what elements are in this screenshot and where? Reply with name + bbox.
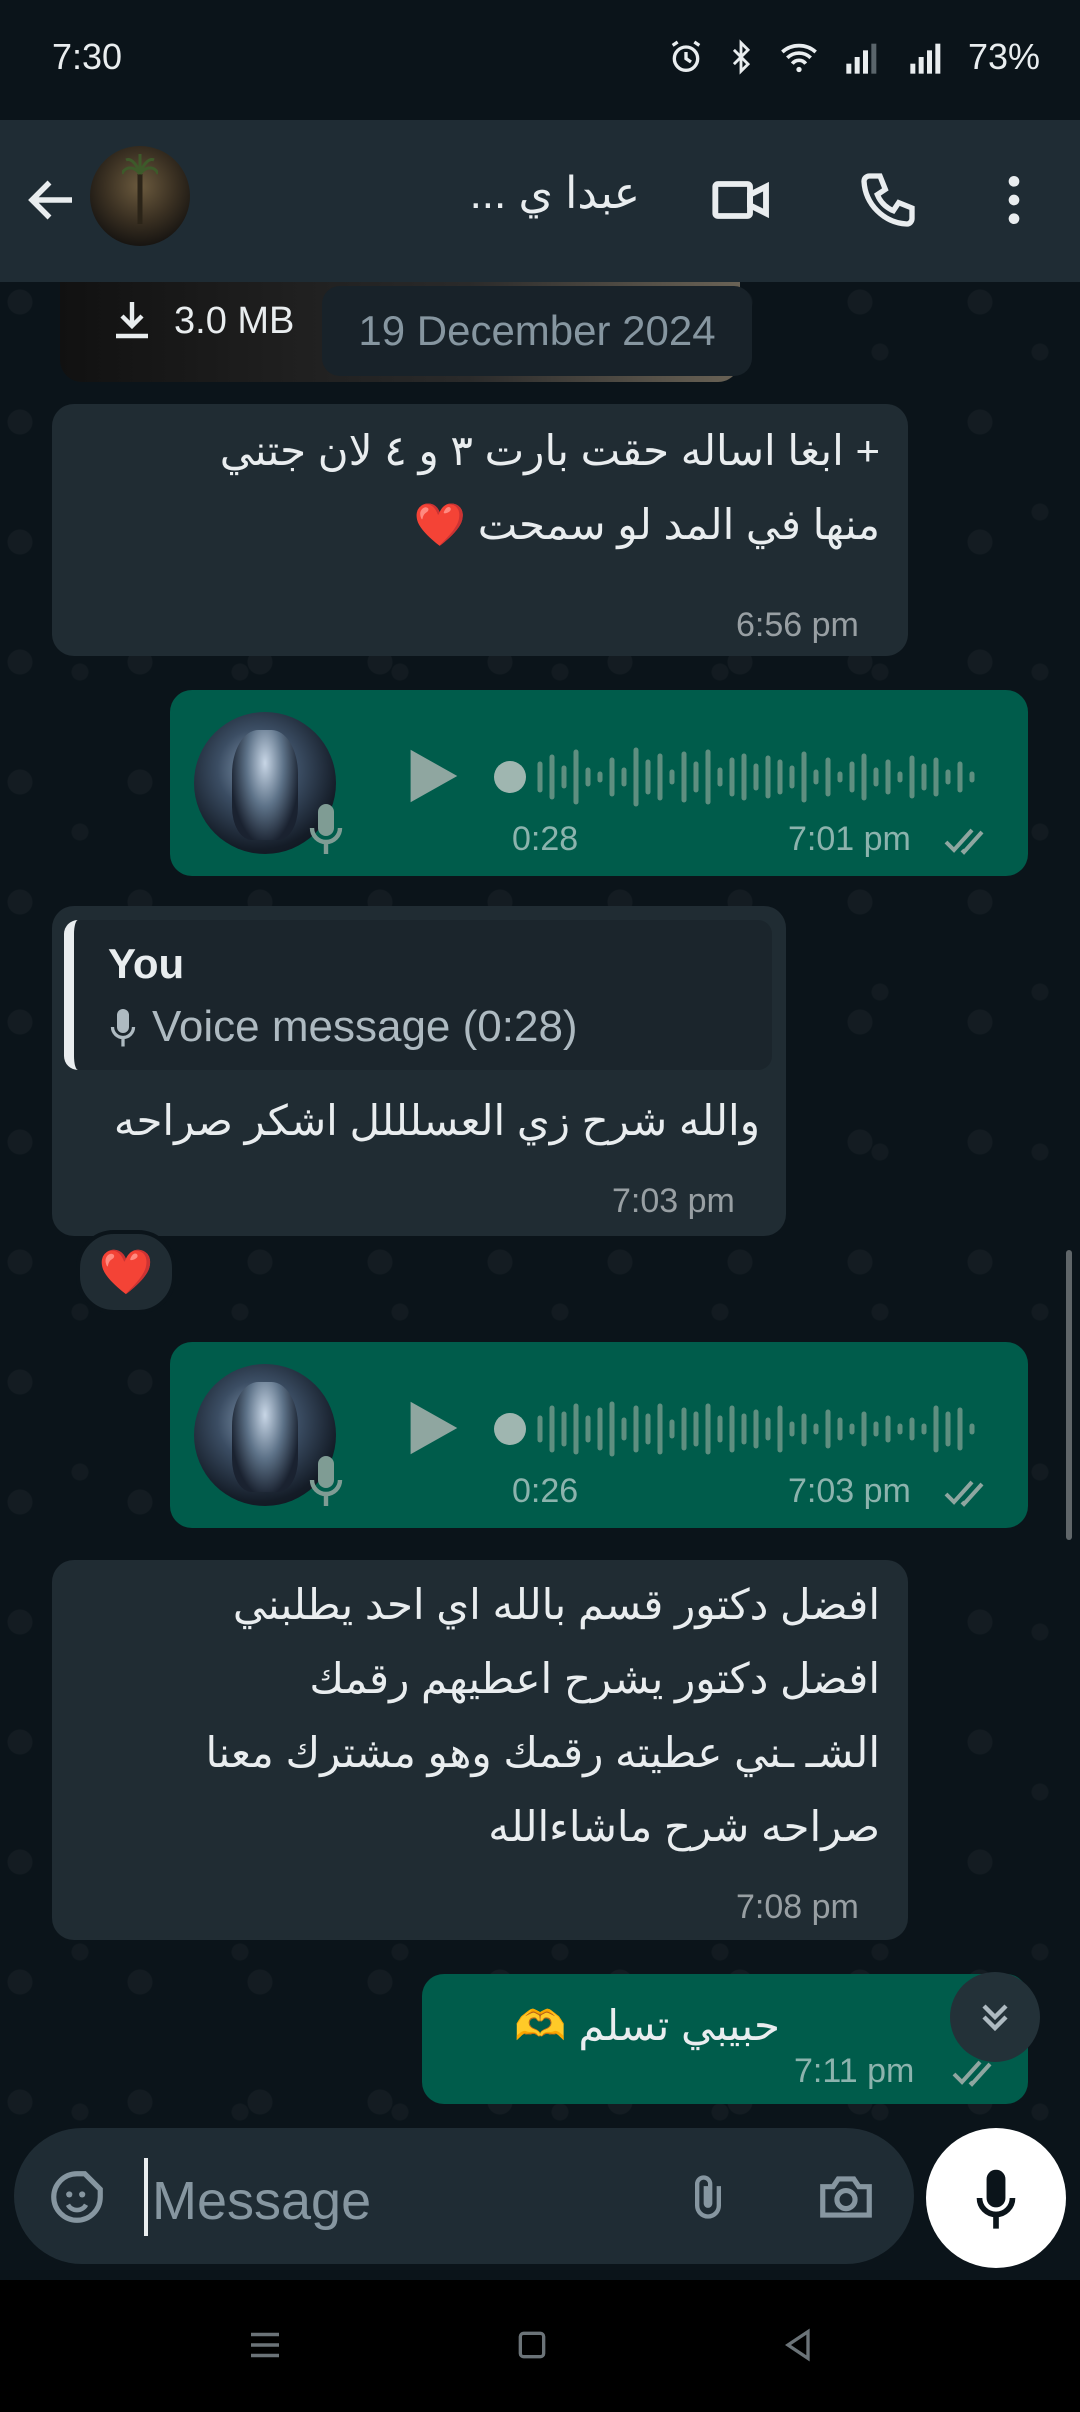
message-time: 7:08 pm (736, 1888, 859, 1926)
home-icon[interactable] (512, 2324, 552, 2366)
voice-duration: 0:28 (512, 820, 579, 858)
signal-icon-1 (846, 43, 877, 74)
double-chevron-down-icon (982, 2004, 1008, 2032)
phone-icon[interactable] (856, 168, 920, 232)
voice-duration: 0:26 (512, 1472, 579, 1510)
quote-body: Voice message (0:28) (108, 1002, 578, 1052)
scrollbar[interactable] (1066, 1250, 1072, 1540)
voice-record-button[interactable] (926, 2128, 1066, 2268)
message-time: 7:01 pm (788, 820, 911, 858)
sticker-icon[interactable] (46, 2166, 108, 2228)
message-text: والله شرح زي العسلللل اشكر صراحه (113, 1097, 760, 1144)
signal-icon-2 (910, 43, 941, 74)
message-text: + ابغا اساله حقت بارت ٣ و ٤ لان جتني منه… (219, 427, 880, 548)
message-time: 6:56 pm (736, 606, 859, 644)
message-text: حبيبي تسلم 🫶 (514, 2002, 780, 2049)
text-caret (144, 2158, 148, 2236)
message-time: 7:03 pm (788, 1472, 911, 1510)
read-ticks-icon (944, 1480, 984, 1507)
arrow-left-icon[interactable] (22, 170, 82, 230)
contact-name[interactable]: عبدا ي ... (210, 168, 640, 228)
message-time: 7:11 pm (794, 2052, 915, 2090)
file-size: 3.0 MB (174, 300, 295, 342)
recents-icon[interactable] (244, 2324, 286, 2366)
message-input-bar (14, 2128, 914, 2264)
date-separator: 19 December 2024 (322, 286, 752, 376)
battery-percentage: 73% (967, 36, 1040, 77)
voice-waveform[interactable] (490, 742, 990, 812)
read-ticks-icon (944, 828, 984, 855)
mic-icon (110, 1009, 136, 1047)
paperclip-icon[interactable] (682, 2164, 734, 2230)
back-nav-icon[interactable] (778, 2324, 818, 2366)
play-icon[interactable] (396, 738, 466, 814)
more-vert-icon[interactable] (982, 168, 1046, 232)
mic-icon (976, 2169, 1016, 2229)
message-input[interactable]: Message (152, 2170, 371, 2232)
scroll-to-bottom-button[interactable] (950, 1972, 1040, 2062)
mic-icon (309, 1456, 343, 1506)
status-icons: 73% (666, 36, 1040, 78)
quoted-message[interactable]: You Voice message (0:28) (64, 920, 772, 1070)
video-call-icon[interactable] (710, 168, 774, 232)
mic-icon (309, 804, 343, 854)
wifi-icon (781, 43, 817, 73)
message-text: افضل دكتور قسم بالله اي احد يطلبني افضل … (205, 1581, 880, 1850)
heart-reaction-icon: ❤️ (98, 1248, 154, 1297)
system-nav-bar (0, 2280, 1080, 2412)
camera-icon[interactable] (814, 2166, 878, 2228)
download-icon[interactable] (108, 296, 156, 344)
quote-author: You (108, 940, 185, 987)
message-reaction[interactable]: ❤️ (76, 1230, 176, 1314)
voice-waveform[interactable] (490, 1394, 990, 1464)
alarm-icon (671, 40, 701, 72)
contact-avatar[interactable] (90, 146, 190, 246)
bluetooth-icon (732, 39, 751, 75)
message-time: 7:03 pm (612, 1182, 735, 1220)
status-time: 7:30 (52, 36, 123, 77)
chat-header: عبدا ي ... (0, 120, 1080, 282)
play-icon[interactable] (396, 1390, 466, 1466)
status-bar: 7:30 73% (0, 0, 1080, 120)
quote-text: Voice message (0:28) (152, 1002, 578, 1051)
